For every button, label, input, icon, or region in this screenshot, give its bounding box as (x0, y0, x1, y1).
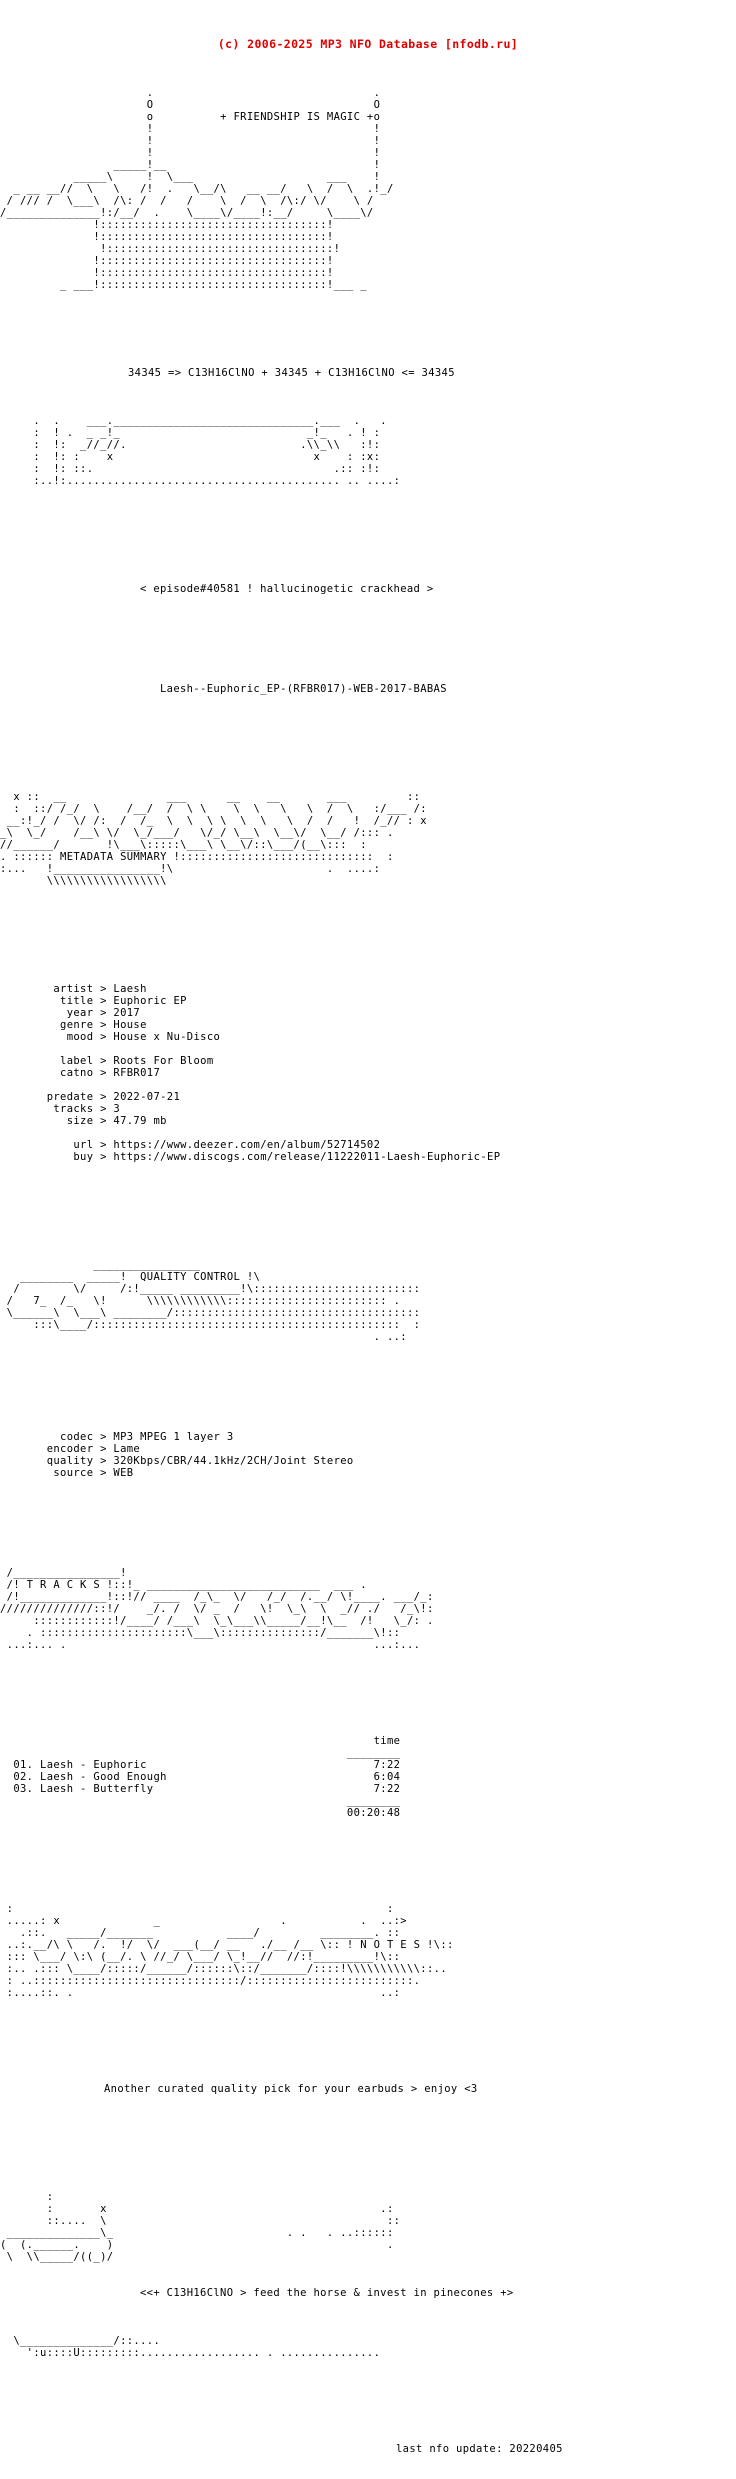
footer-ascii-art: : : x .: ::.... \ :: ______________\_ . … (0, 2191, 401, 2263)
metadata-summary-banner-art: x :: __ ___ __ __ ___ :: : ::/ /_/ \ /__… (0, 791, 427, 887)
footer-slogan: <<+ C13H16ClNO > feed the horse & invest… (140, 2287, 514, 2299)
tracklist-table: time ________ 01. Laesh - Euphoric 7:22 … (13, 1735, 401, 1819)
episode-line: < episode#40581 ! hallucinogetic crackhe… (140, 583, 434, 595)
notes-message: Another curated quality pick for your ea… (104, 2083, 478, 2095)
notes-banner-art: : : .....: x _ . . ..:> .::. _____/_____… (6, 1903, 454, 1999)
nfodb-copyright-header: (c) 2006-2025 MP3 NFO Database [nfodb.ru… (217, 37, 519, 51)
top-ascii-art-banner: . . O O o + FRIENDSHIP IS MAGIC +o ! ! !… (0, 87, 394, 291)
footer-ascii-art-tail: \______________/::.... ':u::::U:::::::::… (13, 2335, 381, 2359)
quality-control-banner-art: ________________ ________ _____! QUALITY… (6, 1259, 421, 1343)
release-dirname: Laesh--Euphoric_EP-(RFBR017)-WEB-2017-BA… (160, 683, 447, 695)
quality-control-fields: codec > MP3 MPEG 1 layer 3 encoder > Lam… (46, 1431, 354, 1479)
last-nfo-update: last nfo update: 20220405 (396, 2443, 563, 2455)
nfo-document: (c) 2006-2025 MP3 NFO Database [nfodb.ru… (0, 0, 736, 2455)
metadata-summary-fields: artist > Laesh title > Euphoric EP year … (46, 983, 501, 1163)
chemical-formula-line: 34345 => C13H16ClNO + 34345 + C13H16ClNO… (128, 367, 455, 379)
tracks-banner-art: /________________! /! T R A C K S !::!_ … (0, 1567, 434, 1651)
top-ascii-art-bottom: . . ___.______________________________._… (33, 415, 401, 487)
